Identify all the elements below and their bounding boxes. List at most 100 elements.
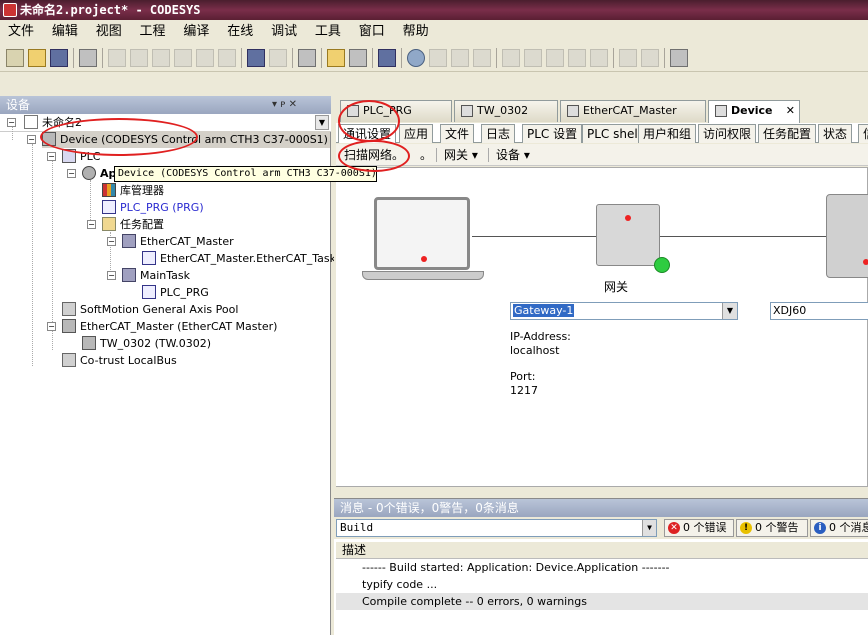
cut-icon[interactable] [152,48,170,67]
device-menu-button[interactable]: 设备 ▾ [496,144,530,166]
infos-filter-button[interactable]: i0 个消息 [810,519,868,537]
infos-count: 0 个消息 [829,521,868,534]
open-folder-icon[interactable] [28,48,46,67]
tree-item-maintask-call[interactable]: PLC_PRG [142,284,209,301]
subtab-log[interactable]: 日志 [481,124,516,143]
gateway-online-indicator [654,257,670,273]
subtab-info[interactable]: 信 [858,124,868,143]
run-to-cursor-icon[interactable] [590,48,608,67]
logout-icon[interactable] [429,48,447,67]
replace-icon[interactable] [269,48,287,67]
message-category-select[interactable]: Build ▼ [336,519,657,537]
expander-ethercat-master[interactable]: − [47,322,56,331]
subtab-files[interactable]: 文件 [440,124,475,143]
delete-icon[interactable] [218,48,236,67]
tree-item-tw0302[interactable]: TW_0302 (TW.0302) [82,335,211,352]
write-values-icon[interactable] [619,48,637,67]
add-object-icon[interactable] [327,48,345,67]
subtab-application[interactable]: 应用 [399,124,434,143]
expander-application[interactable]: − [67,169,76,178]
new-project-icon[interactable] [6,48,24,67]
menu-view[interactable]: 视图 [90,20,128,44]
menu-edit[interactable]: 编辑 [46,20,84,44]
tree-item-ethercat-master-task[interactable]: EtherCAT_Master [122,233,234,250]
gateway-icon[interactable] [596,204,660,266]
expander-device[interactable]: − [27,135,36,144]
print-icon[interactable] [79,48,97,67]
expander-project[interactable]: − [7,118,16,127]
subtab-status[interactable]: 状态 [818,124,853,143]
step-out-icon[interactable] [568,48,586,67]
tab-tw0302[interactable]: TW_0302 [454,100,558,122]
tree-item-task-config[interactable]: 任务配置 [102,216,164,233]
menu-window[interactable]: 窗口 [353,20,391,44]
breakpoint-icon[interactable] [502,48,520,67]
errors-filter-button[interactable]: ✕ 0 个错误 [664,519,734,537]
expander-plc[interactable]: − [47,152,56,161]
force-values-icon[interactable] [641,48,659,67]
tree-item-application[interactable]: Ap [82,165,116,182]
save-icon[interactable] [50,48,68,67]
subtab-access-rights[interactable]: 访问权限 [698,124,757,143]
object-properties-icon[interactable] [349,48,367,67]
menu-tools[interactable]: 工具 [309,20,347,44]
menu-build[interactable]: 编译 [177,20,215,44]
chevron-down-icon[interactable]: ▼ [642,520,656,536]
tree-item-ethercat-master[interactable]: EtherCAT_Master (EtherCAT Master) [62,318,277,335]
menu-online[interactable]: 在线 [221,20,259,44]
expander-task-config[interactable]: − [87,220,96,229]
tree-item-plc-prg[interactable]: PLC_PRG (PRG) [102,199,204,216]
close-icon[interactable]: ✕ [786,101,795,121]
find-icon[interactable] [247,48,265,67]
copy-icon[interactable] [174,48,192,67]
plc-device-icon[interactable] [826,194,868,278]
build-icon[interactable] [378,48,396,67]
warnings-filter-button[interactable]: ! 0 个警告 [736,519,808,537]
device-select[interactable]: XDJ60 [770,302,868,320]
menu-debug[interactable]: 调试 [265,20,303,44]
subtab-task-config[interactable]: 任务配置 [758,124,817,143]
login-icon[interactable] [407,48,425,67]
windows-icon[interactable] [298,48,316,67]
device-tooltip: Device (CODESYS Control arm CTH3 C37-000… [114,166,377,182]
toolbar-separator [292,47,293,68]
tree-item-maintask[interactable]: MainTask [122,267,190,284]
tab-ethercat-master[interactable]: EtherCAT_Master [560,100,706,122]
undo-icon[interactable] [108,48,126,67]
tab-label: EtherCAT_Master [583,104,677,117]
gateway-menu-button[interactable]: 网关 ▾ [444,144,478,166]
step-into-icon[interactable] [546,48,564,67]
subtab-plc-settings[interactable]: PLC 设置 [522,124,583,143]
subtab-users-groups[interactable]: 用户和组 [638,124,697,143]
toolbar-options-icon[interactable] [670,48,688,67]
stop-icon[interactable] [473,48,491,67]
menu-project[interactable]: 工程 [134,20,172,44]
message-row[interactable]: typify code ... [336,576,868,593]
tree-label: PLC_PRG [160,286,209,299]
step-over-icon[interactable] [524,48,542,67]
chevron-down-icon[interactable]: ▼ [722,303,737,319]
panel-pin-controls[interactable]: ▾ ᴘ ✕ [272,96,297,114]
message-row[interactable]: ------ Build started: Application: Devic… [336,559,868,576]
subtab-plc-shell[interactable]: PLC shell [582,124,647,143]
tree-item-ethercat-task-call[interactable]: EtherCAT_Master.EtherCAT_Task [142,250,336,267]
menu-help[interactable]: 帮助 [397,20,435,44]
project-icon [24,115,38,129]
title-bar: 未命名2.project* - CODESYS [0,0,868,20]
description-column-header[interactable]: 描述 [336,542,868,559]
tree-item-softmotion[interactable]: SoftMotion General Axis Pool [62,301,238,318]
tab-device[interactable]: Device ✕ [708,100,800,123]
tree-item-library-manager[interactable]: 库管理器 [102,182,164,199]
status-dot [863,259,868,265]
library-icon [102,183,116,197]
expander-maintask[interactable]: − [107,271,116,280]
message-row[interactable]: Compile complete -- 0 errors, 0 warnings [336,593,868,610]
gateway-select[interactable]: Gateway-1 ▼ [510,302,738,320]
tree-item-cotrust[interactable]: Co-trust LocalBus [62,352,177,369]
paste-icon[interactable] [196,48,214,67]
redo-icon[interactable] [130,48,148,67]
expander-ethercat-task[interactable]: − [107,237,116,246]
run-icon[interactable] [451,48,469,67]
chevron-down-icon[interactable]: ▼ [315,115,329,130]
menu-file[interactable]: 文件 [2,20,40,44]
